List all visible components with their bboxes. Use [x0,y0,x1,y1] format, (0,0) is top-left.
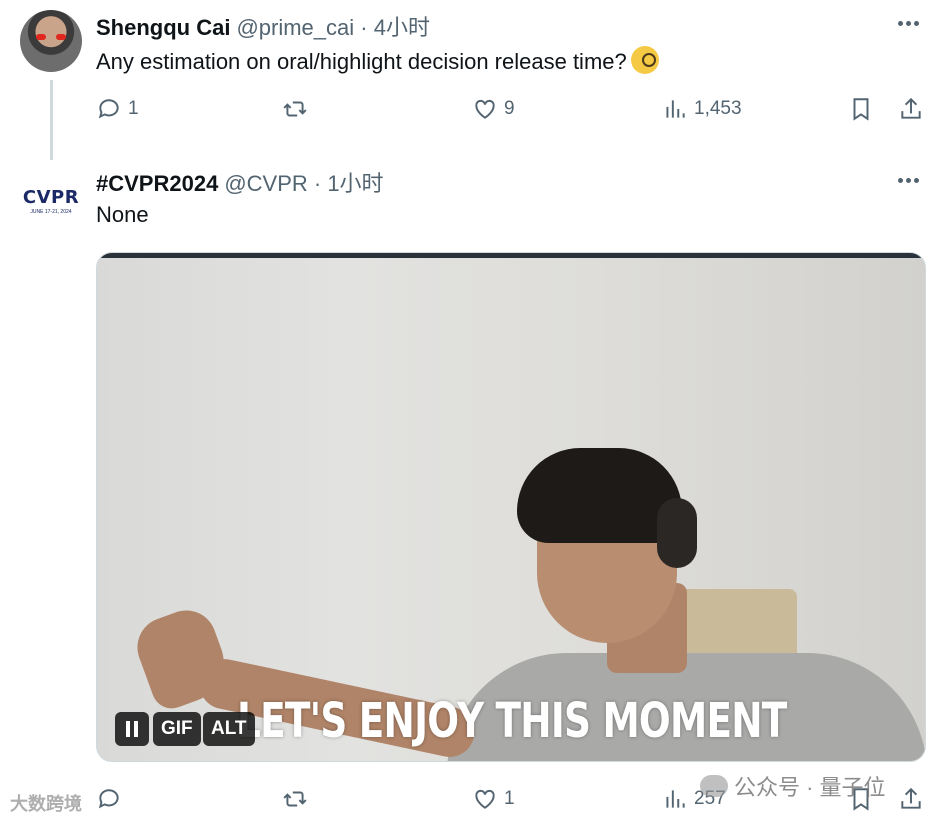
share-button[interactable] [898,786,924,812]
gif-media[interactable]: LET'S ENJOY THIS MOMENT GIF ALT [96,252,926,762]
media-top-edge [97,253,925,258]
tweet1-actions: 1 9 1,453 [96,96,926,128]
more-options-icon[interactable] [898,175,924,185]
like-count: 9 [504,98,515,119]
views-chart-icon [666,790,685,808]
reply-button[interactable]: 1 [96,96,139,122]
avatar-shengqu-cai[interactable] [20,10,82,72]
watermark-right-text: 公众号 · 量子位 [734,775,886,800]
reply-button[interactable] [96,786,122,812]
like-count: 1 [504,788,515,809]
monocle-emoji-icon [630,46,659,74]
share-icon [901,97,921,119]
reply-icon [98,789,119,809]
wechat-icon [700,775,728,797]
author-handle-time[interactable]: @CVPR · 1小时 [224,166,383,198]
watermark-left: 大数跨境 [10,794,82,814]
author-handle-time[interactable]: @prime_cai · 4小时 [236,10,430,42]
avatar-eye-right [56,34,66,40]
tweet-text: Any estimation on oral/highlight decisio… [96,49,627,74]
avatar-cvpr[interactable]: CVPR JUNE 17-21, 2024 [20,170,82,232]
tweet2-text: None [96,202,149,227]
cvpr-logo: CVPR [22,187,80,208]
share-icon [901,787,921,809]
pause-button[interactable] [115,712,149,746]
gif-badge: GIF [153,712,201,746]
avatar-eye-left [36,34,46,40]
views-chart-icon [666,100,685,118]
reply-icon [98,99,119,119]
views-button[interactable]: 1,453 [662,96,742,122]
share-button[interactable] [898,96,924,122]
alt-badge[interactable]: ALT [203,712,255,746]
heart-icon [475,99,495,119]
author-name[interactable]: Shengqu Cai [96,15,230,41]
retweet-icon [283,101,307,117]
reply-count: 1 [128,98,139,119]
gif-headphones [657,498,697,568]
cvpr-logo-date: JUNE 17-21, 2024 [30,209,72,215]
like-button[interactable]: 9 [472,96,515,122]
bookmark-icon [853,98,869,121]
retweet-button[interactable] [282,96,308,122]
author-name[interactable]: #CVPR2024 [96,171,218,197]
retweet-icon [283,791,307,807]
watermark-right: 公众号 · 量子位 [700,770,886,802]
retweet-button[interactable] [282,786,308,812]
view-count: 1,453 [694,98,742,119]
like-button[interactable]: 1 [472,786,515,812]
bookmark-button[interactable] [848,96,874,122]
tweet1-text: Any estimation on oral/highlight decisio… [96,46,659,75]
tweet2-header: #CVPR2024 @CVPR · 1小时 [96,166,384,198]
more-options-icon[interactable] [898,18,924,28]
tweet1-header: Shengqu Cai @prime_cai · 4小时 [96,10,430,42]
heart-icon [475,789,495,809]
gif-caption: LET'S ENJOY THIS MOMENT [237,693,787,749]
thread-line [50,80,53,160]
